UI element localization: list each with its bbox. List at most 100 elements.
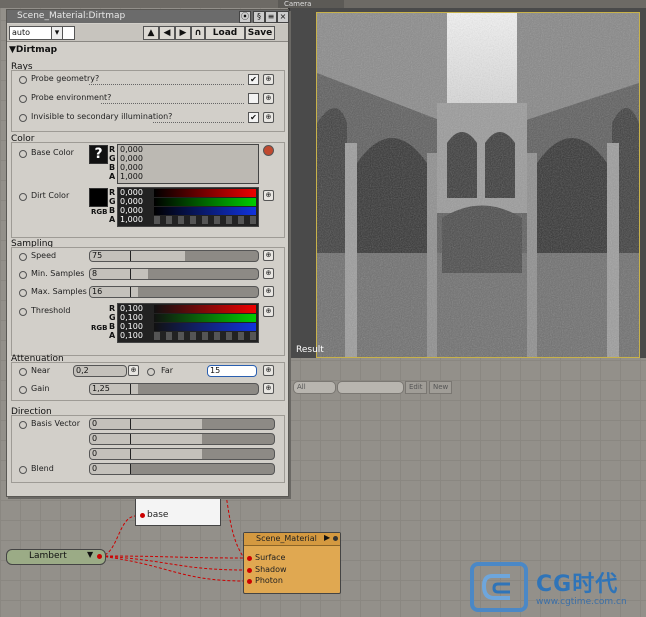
dirt-b-value[interactable]: 0,000 [120,206,143,215]
basis-x-slider[interactable]: 0 [89,418,275,430]
base-a-value[interactable]: 1,000 [120,172,143,181]
base-color-radio[interactable] [19,150,27,158]
far-link-icon[interactable]: ⊕ [263,365,274,376]
blend-slider[interactable]: 0 [89,463,275,475]
min-samples-slider[interactable]: 8 [89,268,259,280]
navigate-forward-icon[interactable]: ▶ [175,26,191,40]
scene-material-node[interactable]: Scene_Material ▶ Surface Shadow Photon [243,532,341,594]
probe-environment-link-icon[interactable]: ⊕ [263,93,274,104]
blend-radio[interactable] [19,466,27,474]
load-button[interactable]: Load [205,26,245,40]
blend-value[interactable]: 0 [92,464,97,474]
panel-pin-icon[interactable]: ⦿ [239,11,251,23]
dirt-a-value[interactable]: 1,000 [120,215,143,224]
basis-x-value[interactable]: 0 [92,419,97,429]
threshold-g-track[interactable] [154,314,256,322]
near-value[interactable]: 0,2 [76,366,89,376]
gain-link-icon[interactable]: ⊕ [263,383,274,394]
threshold-g-value[interactable]: 0,100 [120,313,143,322]
panel-menu-icon[interactable]: ≡ [265,11,277,23]
max-samples-radio[interactable] [19,289,27,297]
min-samples-link-icon[interactable]: ⊕ [263,268,274,279]
dirt-g-value[interactable]: 0,000 [120,197,143,206]
dirt-a-track[interactable] [154,216,256,224]
preset-field[interactable]: auto [9,26,75,40]
threshold-a-value[interactable]: 0,100 [120,331,143,340]
speed-label: Speed [31,251,57,260]
near-field[interactable]: 0,2 [73,365,127,377]
min-samples-radio[interactable] [19,271,27,279]
near-link-icon[interactable]: ⊕ [128,365,139,376]
far-field[interactable]: 15 [207,365,257,377]
basis-y-value[interactable]: 0 [92,434,97,444]
dirt-color-radio[interactable] [19,193,27,201]
far-radio[interactable] [147,368,155,376]
photon-port[interactable] [247,579,252,584]
max-samples-slider[interactable]: 16 [89,286,259,298]
speed-value[interactable]: 75 [92,251,102,261]
panel-link-icon[interactable]: § [253,11,265,23]
far-value[interactable]: 15 [210,366,220,376]
base-color-map-icon[interactable] [263,145,274,156]
max-samples-value[interactable]: 16 [92,287,102,297]
base-r-value[interactable]: 0,000 [120,145,143,154]
threshold-radio[interactable] [19,308,27,316]
base-g-value[interactable]: 0,000 [120,154,143,163]
speed-slider[interactable]: 75 [89,250,259,262]
probe-geometry-checkbox[interactable]: ✔ [248,74,259,85]
basis-y-slider[interactable]: 0 [89,433,275,445]
rays-invisible-radio[interactable] [19,114,27,122]
threshold-r-track[interactable] [154,305,256,313]
speed-radio[interactable] [19,253,27,261]
basis-vector-radio[interactable] [19,421,27,429]
dirt-color-swatch[interactable] [89,188,108,207]
invisible-secondary-checkbox[interactable]: ✔ [248,112,259,123]
threshold-r-value[interactable]: 0,100 [120,304,143,313]
dirt-r-value[interactable]: 0,000 [120,188,143,197]
navigate-up-icon[interactable]: ▲ [143,26,159,40]
rays-probe-geometry-radio[interactable] [19,76,27,84]
min-samples-value[interactable]: 8 [92,269,97,279]
navigate-back-icon[interactable]: ◀ [159,26,175,40]
invisible-secondary-link-icon[interactable]: ⊕ [263,112,274,123]
threshold-b-value[interactable]: 0,100 [120,322,143,331]
threshold-link-icon[interactable]: ⊕ [263,306,274,317]
lambert-expand-icon[interactable]: ▼ [87,550,93,559]
scene-material-expand-icon[interactable]: ▶ [324,533,330,542]
base-color-swatch[interactable]: ? [89,145,108,164]
panel-titlebar[interactable]: Scene_Material:Dirtmap ⦿ § ≡ × [7,10,289,23]
dirt-r-track[interactable] [154,189,256,197]
gain-radio[interactable] [19,386,27,394]
basis-z-value[interactable]: 0 [92,449,97,459]
lock-icon[interactable]: ∩ [191,26,205,40]
save-button[interactable]: Save [245,26,275,40]
threshold-a-track[interactable] [154,332,256,340]
surface-port[interactable] [247,556,252,561]
probe-geometry-link-icon[interactable]: ⊕ [263,74,274,85]
max-samples-link-icon[interactable]: ⊕ [263,286,274,297]
dirt-color-values-box[interactable]: 0,000 0,000 0,000 1,000 [117,187,259,227]
basis-z-slider[interactable]: 0 [89,448,275,460]
lambert-output-port[interactable] [97,554,102,559]
lambert-node[interactable]: Lambert ▼ [6,549,106,565]
near-radio[interactable] [19,368,27,376]
base-color-values-box[interactable]: 0,000 0,000 0,000 1,000 [117,144,259,184]
shadow-port[interactable] [247,568,252,573]
gain-value[interactable]: 1,25 [92,384,110,394]
dirt-b-track[interactable] [154,207,256,215]
dirt-color-link-icon[interactable]: ⊕ [263,190,274,201]
dirtmap-base-port[interactable] [140,513,145,518]
speed-link-icon[interactable]: ⊕ [263,250,274,261]
threshold-b-track[interactable] [154,323,256,331]
dirtmap-node[interactable]: base [135,492,221,526]
probe-environment-checkbox[interactable] [248,93,259,104]
scene-material-output-port[interactable] [333,536,338,541]
gain-slider[interactable]: 1,25 [89,383,259,395]
panel-close-icon[interactable]: × [277,11,289,23]
rays-probe-environment-radio[interactable] [19,95,27,103]
threshold-values-box[interactable]: 0,100 0,100 0,100 0,100 [117,303,259,343]
base-b-value[interactable]: 0,000 [120,163,143,172]
preset-dropdown-icon[interactable]: ▾ [51,26,63,40]
dirt-g-track[interactable] [154,198,256,206]
node-name-header[interactable]: ▼Dirtmap [9,45,57,55]
